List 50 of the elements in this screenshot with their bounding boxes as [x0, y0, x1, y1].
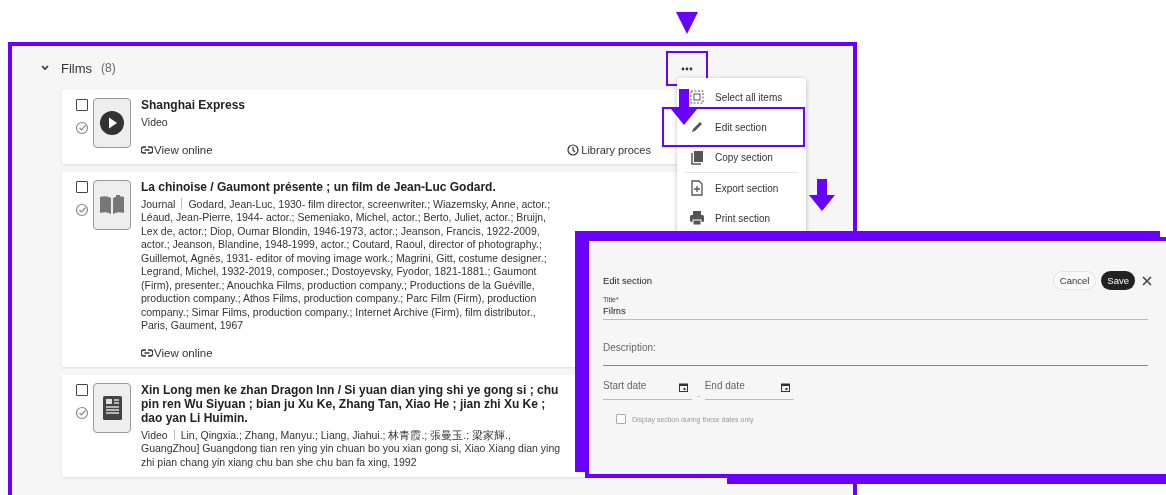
- copy-icon: [689, 149, 705, 165]
- annotation-arrow: [676, 12, 698, 34]
- play-icon: [99, 110, 125, 136]
- file-plus-icon: [689, 180, 705, 196]
- annotation-arrow: [809, 179, 835, 211]
- link-icon: [141, 145, 153, 154]
- item-details: Video: [141, 116, 169, 130]
- link-icon: [141, 348, 153, 357]
- description-field[interactable]: Description:: [603, 320, 1148, 366]
- item-details: Journal Godard, Jean-Luc, 1930- film director, screenwriter.; Wiazemsky, Anne, actor.; Léaud, Jean-Pierre, 1944- actor.; Semeniako, Michel, actor.; Berto, Juliet, actor.; Bruijn, Lex de, actor.; Diop, Oumar Blondin, 1946-1973, actor.; Jeanson, Francis, 1922-2009, actor.; Jeanson, Blandine, 1948-1999, actor.; Coutard, Raoul, director of photography.; Guillemot, Agnès, 1931- editor of moving image work.; Magrini, Gitt, costume designer.; Legrand, Michel, 1932-2019, composer.; Dostoyevsky, Fyodor, 1821-1881.; Gaumont (Firm), presenter.; Anouchka Films, production company.; Productions de la Guéville, production company.; Athos Films, production company.; Parc Film (Firm), production company.; Simar Films, production company.; Internet Archive (Firm), film distributor., Paris, Gaument, 1967: [141, 197, 552, 333]
- date-separator: -: [697, 391, 700, 400]
- availability-status: Library proces: [567, 143, 651, 156]
- clock-icon: [567, 143, 580, 156]
- menu-item[interactable]: Copy section: [677, 142, 806, 172]
- view-online-link[interactable]: View online: [141, 143, 213, 156]
- checkbox[interactable]: [76, 99, 88, 111]
- field-value: Films: [603, 305, 627, 316]
- check-circle-icon: [75, 405, 89, 420]
- view-online-link[interactable]: View online: [141, 346, 213, 359]
- collapse-toggle[interactable]: [38, 64, 52, 72]
- cancel-button[interactable]: Cancel: [1052, 271, 1097, 290]
- item-details: Video Lin, Qingxia.; Zhang, Manyu.; Liang, Jiahui.; 林青霞.; 張曼玉.; 梁家輝., GuangZhou] Guangdong tian ren ying yin chuan bo you xian gong si, Xiao Xiang dian ying zhi pian chang yin xiang chu ban she chu ban fa xing, 1992: [141, 428, 561, 469]
- close-icon: [1142, 275, 1152, 286]
- end-date-field[interactable]: End date: [704, 380, 794, 400]
- select-all-icon: [689, 89, 705, 105]
- chevron-icon: [40, 64, 50, 72]
- calendar-icon: [679, 383, 688, 392]
- more-icon: [681, 66, 693, 71]
- item-count: (8): [101, 61, 116, 75]
- checkbox[interactable]: [76, 383, 88, 396]
- menu-item[interactable]: Select all items: [677, 82, 806, 112]
- checkbox[interactable]: [76, 180, 88, 193]
- check-circle-icon: [75, 202, 89, 217]
- printer-icon: [689, 210, 705, 226]
- panel-title: Edit section: [603, 275, 653, 286]
- pencil-icon: [689, 119, 705, 135]
- item-title[interactable]: Shanghai Express: [141, 98, 561, 112]
- calendar-icon: [780, 383, 790, 392]
- item-title[interactable]: Xin Long men ke zhan Dragon Inn / Si yuan dian ying shi ye gong si ; chu pin ren Wu Siyuan ; bian ju Xu Ke, Zhang Tan, Xiao He ; jian zhi Xu Ke ; dao yan Li Huimin.: [141, 382, 561, 425]
- check-circle-icon: [75, 121, 89, 135]
- menu-item[interactable]: Print section: [677, 203, 806, 233]
- start-date-field[interactable]: Start date: [603, 380, 692, 400]
- annotation-arrow: [671, 89, 697, 125]
- menu-item[interactable]: Export section: [677, 173, 806, 203]
- item-title[interactable]: La chinoise / Gaumont présente ; un film de Jean-Luc Godard.: [141, 179, 561, 194]
- close-button[interactable]: [1140, 275, 1154, 286]
- menu-item[interactable]: Edit section: [664, 109, 803, 145]
- section-title: Films: [61, 60, 93, 76]
- save-button[interactable]: Save: [1101, 271, 1135, 290]
- checkbox[interactable]: [616, 414, 626, 424]
